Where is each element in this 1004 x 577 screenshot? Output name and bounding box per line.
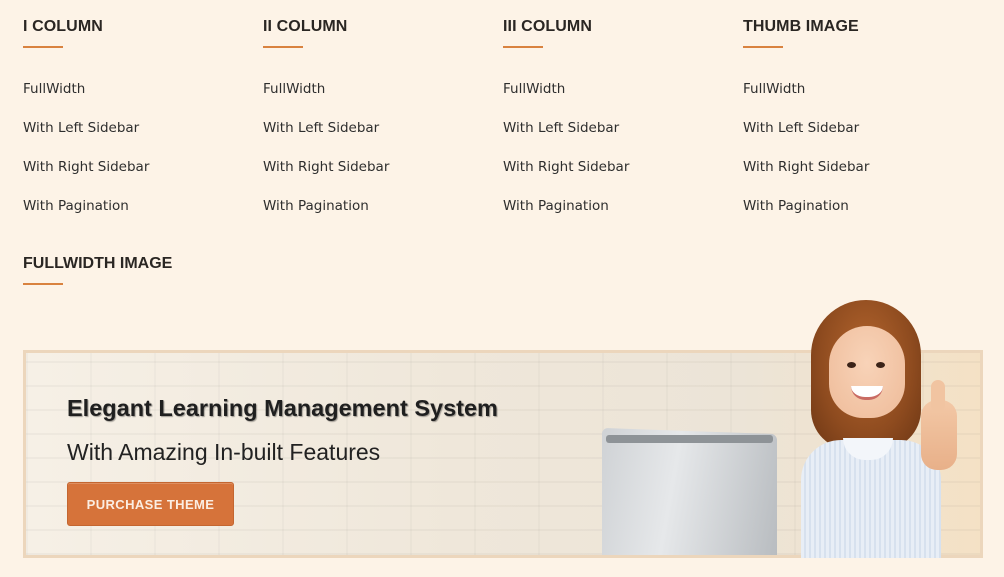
menu-link-right-sidebar[interactable]: With Right Sidebar (263, 157, 389, 196)
banner-subline: With Amazing In-built Features (67, 439, 381, 465)
menu-list: FullWidth With Left Sidebar With Right S… (503, 79, 629, 235)
menu-link-right-sidebar[interactable]: With Right Sidebar (503, 157, 629, 196)
title-underline (503, 46, 543, 48)
column-title: III COLUMN (503, 18, 592, 35)
menu-list: FullWidth With Left Sidebar With Right S… (263, 79, 389, 235)
menu-list: FullWidth With Left Sidebar With Right S… (23, 79, 149, 235)
mega-menu-panel: I COLUMN FullWidth With Left Sidebar Wit… (0, 0, 1004, 577)
title-underline (743, 46, 783, 48)
menu-link-left-sidebar[interactable]: With Left Sidebar (743, 118, 869, 157)
fullwidth-image-title[interactable]: FULLWIDTH IMAGE (23, 255, 172, 273)
title-underline (263, 46, 303, 48)
promo-banner[interactable]: Elegant Learning Management System With … (23, 350, 983, 558)
menu-link-right-sidebar[interactable]: With Right Sidebar (23, 157, 149, 196)
menu-link-left-sidebar[interactable]: With Left Sidebar (23, 118, 149, 157)
menu-link-pagination[interactable]: With Pagination (743, 196, 869, 235)
menu-list: FullWidth With Left Sidebar With Right S… (743, 79, 869, 235)
menu-link-fullwidth[interactable]: FullWidth (743, 79, 869, 118)
menu-link-pagination[interactable]: With Pagination (263, 196, 389, 235)
banner-headline: Elegant Learning Management System (67, 395, 498, 421)
menu-link-pagination[interactable]: With Pagination (23, 196, 149, 235)
column-title: I COLUMN (23, 18, 103, 35)
menu-link-fullwidth[interactable]: FullWidth (503, 79, 629, 118)
column-title: II COLUMN (263, 18, 348, 35)
menu-link-pagination[interactable]: With Pagination (503, 196, 629, 235)
menu-link-left-sidebar[interactable]: With Left Sidebar (263, 118, 389, 157)
menu-link-right-sidebar[interactable]: With Right Sidebar (743, 157, 869, 196)
laptop-image (602, 427, 777, 555)
column-title: THUMB IMAGE (743, 18, 859, 35)
menu-link-fullwidth[interactable]: FullWidth (263, 79, 389, 118)
title-underline (23, 46, 63, 48)
menu-link-left-sidebar[interactable]: With Left Sidebar (503, 118, 629, 157)
menu-link-fullwidth[interactable]: FullWidth (23, 79, 149, 118)
banner-content: Elegant Learning Management System With … (26, 353, 980, 555)
title-underline (23, 283, 63, 285)
purchase-theme-button[interactable]: PURCHASE THEME (67, 482, 234, 526)
